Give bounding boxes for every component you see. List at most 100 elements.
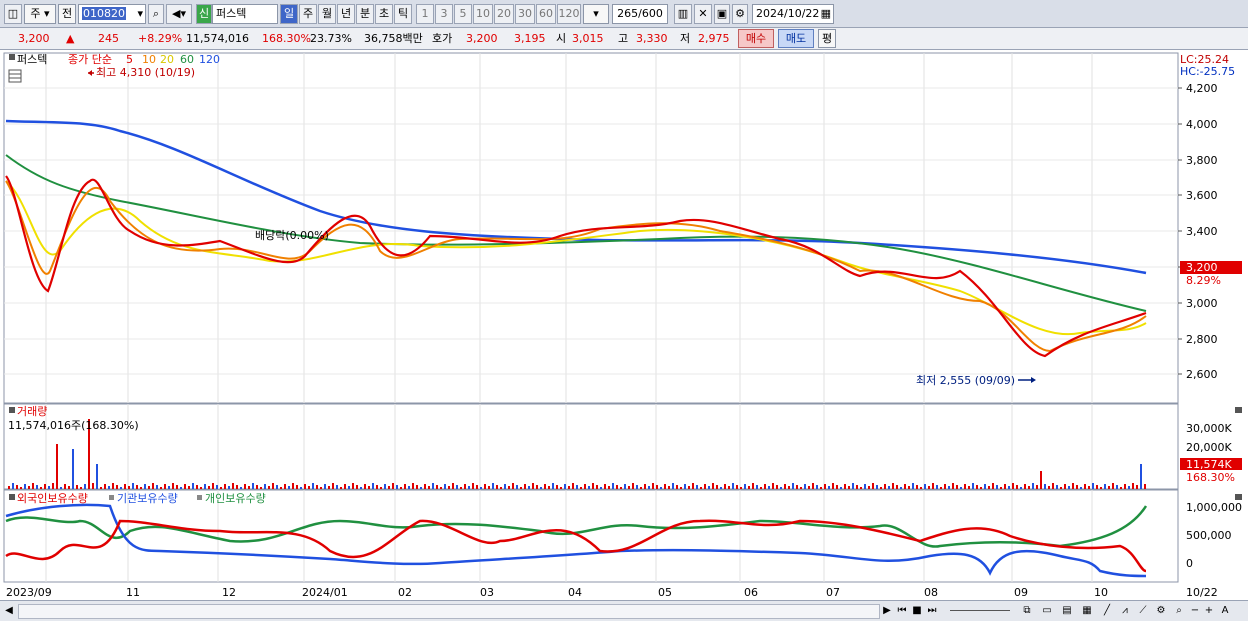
price-tick-label: 3,600	[1186, 189, 1218, 202]
search-icon[interactable]: ⌕	[1172, 603, 1186, 618]
stock-name-field[interactable]: 퍼스텍	[212, 4, 278, 24]
volume-bar	[724, 484, 726, 489]
volume-tick-30000k: 30,000K	[1186, 422, 1232, 435]
volume-bar	[1084, 484, 1086, 489]
interval-dropdown[interactable]: ▾	[583, 4, 609, 24]
multi-line-icon[interactable]: ⩘	[1118, 603, 1132, 618]
scroll-track[interactable]	[18, 604, 880, 619]
save-icon[interactable]: ▣	[714, 4, 730, 24]
volume-bar	[196, 485, 198, 489]
period-tab-year[interactable]: 년	[337, 4, 355, 24]
crosshair-icon[interactable]: ✕	[694, 4, 712, 24]
panel-close-icon[interactable]	[1235, 494, 1242, 500]
stock-code-input[interactable]: 010820 ▾	[78, 4, 146, 24]
current-price-tag-label: 3,200	[1186, 261, 1218, 274]
volume-bar	[1132, 483, 1134, 489]
panel-handle-icon[interactable]	[9, 407, 15, 413]
panel-close-icon[interactable]	[1235, 407, 1242, 413]
code-dropdown-icon[interactable]: ▾	[137, 5, 143, 23]
volume-bar	[660, 487, 662, 489]
chart-layout-icon[interactable]: ◫	[4, 4, 22, 24]
period-tab-month[interactable]: 월	[318, 4, 336, 24]
ma-legend-60: 60	[180, 53, 194, 66]
zoom-out-icon[interactable]: −	[1188, 603, 1202, 618]
window-icon[interactable]: ▭	[1040, 603, 1054, 618]
volume-bar	[1016, 485, 1018, 489]
volume-bar	[204, 484, 206, 489]
trendline-icon[interactable]: ╱	[1100, 603, 1114, 618]
turnover-rate: 23.73%	[310, 32, 352, 45]
add-icon[interactable]: +	[1202, 603, 1216, 618]
font-icon[interactable]: A	[1218, 603, 1232, 618]
volume-bar	[32, 483, 34, 489]
prev-button[interactable]: 전	[58, 4, 76, 24]
interval-20[interactable]: 20	[494, 4, 514, 24]
layout-icon[interactable]: ▤	[1060, 603, 1074, 618]
volume-bar	[24, 484, 26, 489]
date-field[interactable]: 2024/10/22 ▦	[752, 4, 834, 24]
volume-bar	[460, 487, 462, 489]
period-tab-tick[interactable]: 틱	[394, 4, 412, 24]
scroll-left-icon[interactable]: ◀	[2, 603, 16, 618]
interval-1[interactable]: 1	[416, 4, 434, 24]
volume-bar	[364, 484, 366, 489]
gear-icon[interactable]: ⚙	[732, 4, 748, 24]
scroll-right-icon[interactable]: ▶	[880, 603, 894, 618]
interval-5[interactable]: 5	[454, 4, 472, 24]
volume-bar	[716, 485, 718, 489]
volume-bar	[748, 486, 750, 489]
volume-bar	[1044, 484, 1046, 489]
sell-button[interactable]: 매도	[778, 29, 814, 48]
chart-area[interactable]: 퍼스텍 종가 단순 5 10 20 60 120 최고 4,310 (10/19…	[0, 51, 1248, 600]
volume-bar	[684, 484, 686, 489]
first-page-icon[interactable]: ⏮	[895, 603, 909, 618]
interval-label: 120	[558, 7, 580, 20]
search-icon[interactable]: ⌕	[148, 4, 164, 24]
high-label: 고	[618, 32, 629, 45]
grid-icon[interactable]: ▦	[1080, 603, 1094, 618]
copy-icon[interactable]: ⧉	[1020, 603, 1034, 618]
volume-bar	[236, 485, 238, 489]
interval-10[interactable]: 10	[473, 4, 493, 24]
stop-icon[interactable]: ■	[910, 603, 924, 618]
volume-bar	[240, 487, 242, 489]
chart-toolbar: ◫ 주 ▾ 전 010820 ▾ ⌕ ◀▾ 신 퍼스텍 일 주 월 년 분 초 틱…	[0, 0, 1248, 28]
volume-bar	[288, 486, 290, 489]
bottom-scrollbar[interactable]: ◀ ▶ ⏮ ■ ⏭ ⧉ ▭ ▤ ▦ ╱ ⩘ ⟋ ⚙ ⌕ − + A	[0, 600, 1248, 621]
market-select[interactable]: 주 ▾	[24, 4, 56, 24]
zoom-slider[interactable]	[950, 610, 1010, 611]
chart-canvas[interactable]: 퍼스텍 종가 단순 5 10 20 60 120 최고 4,310 (10/19…	[0, 51, 1248, 600]
interval-60[interactable]: 60	[536, 4, 556, 24]
diagonal-icon[interactable]: ⟋	[1136, 603, 1150, 618]
period-tab-day[interactable]: 일	[280, 4, 298, 24]
hc-value: HC:-25.75	[1180, 65, 1235, 78]
stock-code-value: 010820	[82, 7, 126, 20]
interval-label: 3	[440, 7, 448, 20]
volume-bar	[920, 487, 922, 489]
period-tab-second[interactable]: 초	[375, 4, 393, 24]
count-field[interactable]: 265/600	[612, 4, 668, 24]
holding-panel-frame	[3, 489, 1179, 583]
volume-bar	[332, 483, 334, 489]
calendar-icon[interactable]: ▦	[821, 5, 831, 23]
volume-bar	[140, 487, 142, 489]
volume-bar	[796, 485, 798, 489]
settings-icon[interactable]: ⚙	[1154, 603, 1168, 618]
panel-handle-icon[interactable]	[9, 54, 15, 60]
buy-button[interactable]: 매수	[738, 29, 774, 48]
table-icon[interactable]	[8, 69, 22, 83]
volume-bar	[800, 487, 802, 489]
interval-120[interactable]: 120	[557, 4, 581, 24]
panel-handle-icon[interactable]	[9, 494, 15, 500]
volume-bar	[416, 485, 418, 489]
interval-3[interactable]: 3	[435, 4, 453, 24]
speaker-icon[interactable]: ◀▾	[166, 4, 192, 24]
last-page-icon[interactable]: ⏭	[925, 603, 939, 618]
eval-button[interactable]: 평	[818, 29, 836, 48]
period-tab-week[interactable]: 주	[299, 4, 317, 24]
interval-30[interactable]: 30	[515, 4, 535, 24]
candle-icon[interactable]: ▥	[674, 4, 692, 24]
period-tab-minute[interactable]: 분	[356, 4, 374, 24]
interval-label: 60	[539, 7, 553, 20]
volume-bar	[1040, 471, 1042, 489]
